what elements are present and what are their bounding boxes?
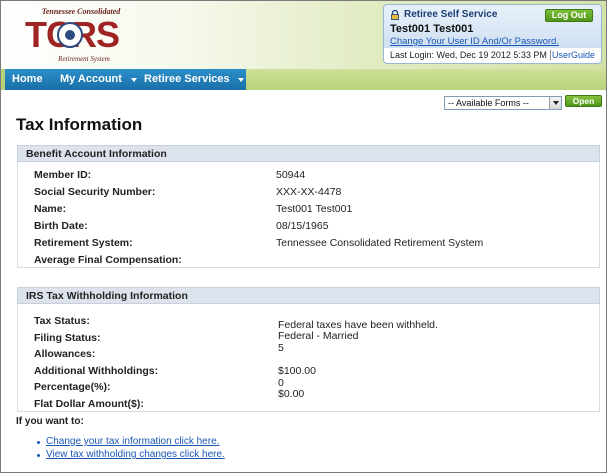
open-button[interactable]: Open xyxy=(565,95,602,107)
available-forms-select[interactable]: -- Available Forms -- xyxy=(444,96,562,110)
header: Tennessee Consolidated TCRS Retirement S… xyxy=(1,1,606,69)
divider xyxy=(550,50,551,60)
chevron-down-icon[interactable] xyxy=(131,78,137,82)
selected-form: -- Available Forms -- xyxy=(448,98,529,108)
birth-date-label: Birth Date: xyxy=(34,220,88,232)
user-panel: Retiree Self Service Log Out Test001 Tes… xyxy=(383,4,602,64)
nav-my-account[interactable]: My Account xyxy=(60,73,122,85)
allowances-value: 5 xyxy=(278,342,284,354)
if-you-want-to-label: If you want to: xyxy=(16,416,84,427)
average-final-compensation-label: Average Final Compensation: xyxy=(34,254,182,266)
additional-withholdings-value: $100.00 xyxy=(278,365,316,377)
last-login: Last Login: Wed, Dec 19 2012 5:33 PM xyxy=(390,50,547,60)
filing-status-value: Federal - Married xyxy=(278,330,359,342)
tax-status-label: Tax Status: xyxy=(34,315,90,327)
nav-bar-filler xyxy=(246,69,606,90)
logout-button[interactable]: Log Out xyxy=(545,9,593,22)
birth-date-value: 08/15/1965 xyxy=(276,220,329,232)
chevron-down-icon[interactable] xyxy=(238,78,244,82)
seal-icon xyxy=(57,22,83,48)
member-id-label: Member ID: xyxy=(34,169,92,181)
retirement-system-label: Retirement System: xyxy=(34,237,133,249)
percentage-label: Percentage(%): xyxy=(34,381,111,393)
benefit-section-heading: Benefit Account Information xyxy=(17,145,600,162)
change-credentials-link[interactable]: Change Your User ID And/Or Password. xyxy=(390,36,559,47)
logo-bottom-text: Retirement System xyxy=(58,55,110,63)
bullet xyxy=(37,454,40,457)
flat-dollar-amount-value: $0.00 xyxy=(278,388,305,400)
page-title: Tax Information xyxy=(16,115,143,134)
tcrs-logo[interactable]: Tennessee Consolidated TCRS Retirement S… xyxy=(25,7,135,65)
user-name: Test001 Test001 xyxy=(390,23,474,35)
additional-withholdings-label: Additional Withholdings: xyxy=(34,365,159,377)
member-id-value: 50944 xyxy=(276,169,306,181)
retirement-system-value: Tennessee Consolidated Retirement System xyxy=(276,237,484,249)
chevron-down-icon[interactable] xyxy=(549,97,561,109)
ssn-label: Social Security Number: xyxy=(34,186,156,198)
name-label: Name: xyxy=(34,203,67,215)
irs-section-heading: IRS Tax Withholding Information xyxy=(17,287,600,304)
benefit-section xyxy=(17,162,600,268)
filing-status-label: Filing Status: xyxy=(34,332,101,344)
nav-retiree-services[interactable]: Retiree Services xyxy=(144,73,230,85)
flat-dollar-amount-label: Flat Dollar Amount($): xyxy=(34,398,144,410)
user-guide-link[interactable]: UserGuide xyxy=(552,50,595,60)
change-tax-info-link[interactable]: Change your tax information click here. xyxy=(46,436,219,447)
service-title: Retiree Self Service xyxy=(404,9,498,20)
ssn-value: XXX-XX-4478 xyxy=(276,186,342,198)
nav-bar: Home My Account Retiree Services xyxy=(5,69,246,90)
bullet xyxy=(37,441,40,444)
nav-home[interactable]: Home xyxy=(12,73,43,85)
lock-icon xyxy=(391,10,399,20)
allowances-label: Allowances: xyxy=(34,348,96,360)
name-value: Test001 Test001 xyxy=(276,203,353,215)
view-withholding-changes-link[interactable]: View tax withholding changes click here. xyxy=(46,449,225,460)
